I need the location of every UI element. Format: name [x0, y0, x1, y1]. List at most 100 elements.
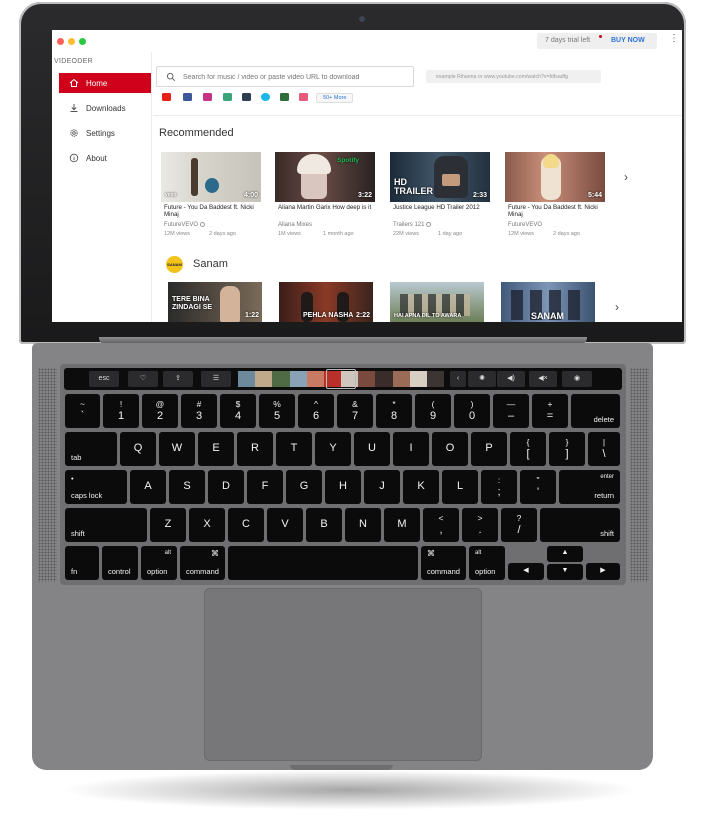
- fn-key[interactable]: fn: [65, 546, 99, 580]
- brightness-icon[interactable]: ✺: [468, 371, 496, 387]
- key-v[interactable]: V: [267, 508, 303, 542]
- artist-video-thumbnail[interactable]: PEHLA NASHA 2:22: [279, 282, 373, 322]
- right-command-key[interactable]: ⌘ command: [421, 546, 466, 580]
- key-n[interactable]: N: [345, 508, 381, 542]
- key-9[interactable]: ( 9: [415, 394, 451, 428]
- site-multicolor-icon[interactable]: [299, 93, 308, 101]
- minimize-window-button[interactable]: [68, 38, 75, 45]
- caps-lock-key[interactable]: • caps lock: [65, 470, 127, 504]
- sidebar-item-home[interactable]: Home: [59, 73, 151, 93]
- key-slash[interactable]: ? /: [501, 508, 537, 542]
- arrow-down-key[interactable]: ▼: [547, 564, 583, 580]
- right-shift-key[interactable]: shift: [540, 508, 620, 542]
- arrow-up-key[interactable]: ▲: [547, 546, 583, 562]
- video-thumbnail[interactable]: HD TRAILER 2:33: [390, 152, 490, 202]
- key-equals[interactable]: + =: [532, 394, 568, 428]
- sidebar-item-settings[interactable]: Settings: [59, 123, 151, 143]
- video-title[interactable]: Aliana Martin Garix How deep is it: [278, 204, 374, 211]
- key-7[interactable]: & 7: [337, 394, 373, 428]
- video-title[interactable]: Future - You Da Baddest ft. Nicki Minaj: [164, 204, 260, 218]
- artist-video-thumbnail[interactable]: SANAM: [501, 282, 595, 322]
- key-k[interactable]: K: [403, 470, 439, 504]
- artist-name[interactable]: Sanam: [193, 258, 228, 270]
- key-8[interactable]: * 8: [376, 394, 412, 428]
- key-left-bracket[interactable]: { [: [510, 432, 546, 466]
- key-5[interactable]: % 5: [259, 394, 295, 428]
- arrow-left-key[interactable]: ◀: [508, 563, 544, 580]
- key-0[interactable]: ) 0: [454, 394, 490, 428]
- left-option-key[interactable]: alt option: [141, 546, 177, 580]
- video-title[interactable]: Future - You Da Baddest ft. Nicki Minaj: [508, 204, 604, 218]
- key-o[interactable]: O: [432, 432, 468, 466]
- key-a[interactable]: A: [130, 470, 166, 504]
- right-option-key[interactable]: alt option: [469, 546, 505, 580]
- delete-key[interactable]: delete: [571, 394, 620, 428]
- kebab-menu-icon[interactable]: ⋮: [669, 34, 679, 44]
- artist-video-thumbnail[interactable]: HAI APNA DIL TO AWARA: [390, 282, 484, 322]
- chevron-right-icon[interactable]: ›: [615, 300, 619, 314]
- key-f[interactable]: F: [247, 470, 283, 504]
- key-backslash[interactable]: | \: [588, 432, 620, 466]
- sidebar-item-about[interactable]: About: [59, 148, 151, 168]
- share-icon[interactable]: ⇪: [163, 371, 193, 387]
- artist-avatar[interactable]: SANAM: [166, 256, 183, 273]
- youtube-icon[interactable]: [162, 93, 171, 101]
- heart-icon[interactable]: ♡: [128, 371, 158, 387]
- site-dark-icon[interactable]: [242, 93, 251, 101]
- video-thumbnail[interactable]: Spotify 3:22: [275, 152, 375, 202]
- key-comma[interactable]: < ,: [423, 508, 459, 542]
- key-p[interactable]: P: [471, 432, 507, 466]
- key-y[interactable]: Y: [315, 432, 351, 466]
- key-h[interactable]: H: [325, 470, 361, 504]
- site-green-icon[interactable]: [223, 93, 232, 101]
- key-r[interactable]: R: [237, 432, 273, 466]
- key-quote[interactable]: " ': [520, 470, 556, 504]
- arrow-right-key[interactable]: ▶: [586, 563, 620, 580]
- key-x[interactable]: X: [189, 508, 225, 542]
- key-d[interactable]: D: [208, 470, 244, 504]
- video-title[interactable]: Justice League HD Trailer 2012: [393, 204, 489, 211]
- close-window-button[interactable]: [57, 38, 64, 45]
- key-t[interactable]: T: [276, 432, 312, 466]
- mute-icon[interactable]: ◀×: [529, 371, 557, 387]
- key-c[interactable]: C: [228, 508, 264, 542]
- site-darkgreen-icon[interactable]: [280, 93, 289, 101]
- key-m[interactable]: M: [384, 508, 420, 542]
- key-b[interactable]: B: [306, 508, 342, 542]
- left-command-key[interactable]: ⌘ command: [180, 546, 225, 580]
- key-6[interactable]: ^ 6: [298, 394, 334, 428]
- control-key[interactable]: control: [102, 546, 138, 580]
- key-right-bracket[interactable]: } ]: [549, 432, 585, 466]
- key-backtick[interactable]: ~ `: [65, 394, 100, 428]
- key-g[interactable]: G: [286, 470, 322, 504]
- volume-icon[interactable]: ◀): [497, 371, 525, 387]
- key-4[interactable]: $ 4: [220, 394, 256, 428]
- artist-video-thumbnail[interactable]: TERE BINA ZINDAGI SE 1:22: [168, 282, 262, 322]
- key-semicolon[interactable]: : ;: [481, 470, 517, 504]
- facebook-icon[interactable]: [183, 93, 192, 101]
- space-bar[interactable]: [228, 546, 418, 580]
- buy-now-button[interactable]: BUY NOW: [611, 37, 645, 44]
- esc-key[interactable]: esc: [89, 371, 119, 387]
- trackpad[interactable]: [204, 588, 482, 761]
- key-q[interactable]: Q: [120, 432, 156, 466]
- key-1[interactable]: ! 1: [103, 394, 139, 428]
- key-u[interactable]: U: [354, 432, 390, 466]
- key-j[interactable]: J: [364, 470, 400, 504]
- instagram-icon[interactable]: [203, 93, 212, 101]
- key-w[interactable]: W: [159, 432, 195, 466]
- key-3[interactable]: # 3: [181, 394, 217, 428]
- video-thumbnail[interactable]: 5:44: [505, 152, 605, 202]
- return-key[interactable]: enter return: [559, 470, 620, 504]
- key-l[interactable]: L: [442, 470, 478, 504]
- chevron-left-icon[interactable]: ‹: [450, 371, 466, 387]
- sidebar-item-downloads[interactable]: Downloads: [59, 98, 151, 118]
- vimeo-icon[interactable]: [261, 93, 270, 101]
- more-sites-button[interactable]: 50+ More: [316, 93, 354, 103]
- search-input[interactable]: [183, 71, 408, 83]
- video-thumbnail[interactable]: vevo 4:00: [161, 152, 261, 202]
- left-shift-key[interactable]: shift: [65, 508, 147, 542]
- key-e[interactable]: E: [198, 432, 234, 466]
- key-i[interactable]: I: [393, 432, 429, 466]
- maximize-window-button[interactable]: [79, 38, 86, 45]
